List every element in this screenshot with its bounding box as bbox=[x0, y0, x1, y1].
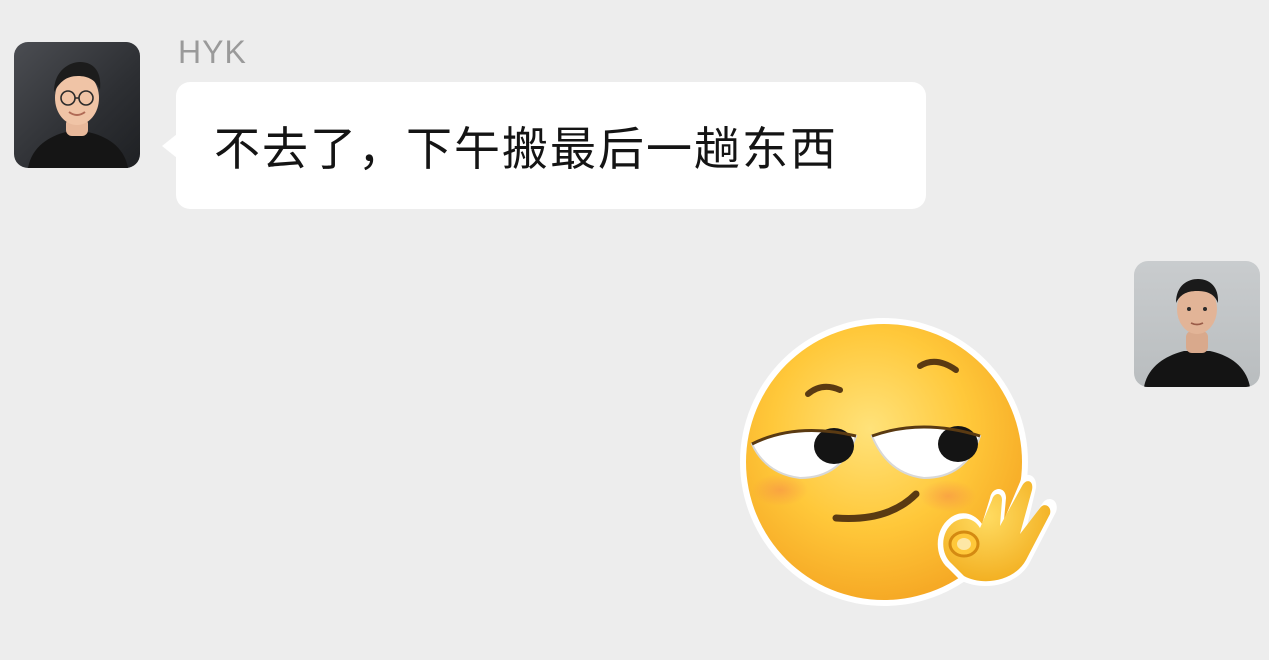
own-avatar[interactable] bbox=[1134, 261, 1260, 387]
sticker-message[interactable] bbox=[738, 318, 1068, 610]
sender-avatar[interactable] bbox=[14, 42, 140, 168]
chat-area[interactable]: HYK 不去了，下午搬最后一趟东西 bbox=[0, 0, 1269, 660]
person-photo-avatar-icon bbox=[28, 62, 128, 168]
sender-name: HYK bbox=[178, 34, 247, 70]
smirk-ok-hand-emoji-icon bbox=[740, 318, 1057, 606]
person-photo-avatar-icon bbox=[1144, 279, 1250, 387]
message-text: 不去了，下午搬最后一趟东西 bbox=[214, 121, 838, 176]
message-bubble[interactable]: 不去了，下午搬最后一趟东西 bbox=[162, 82, 926, 209]
